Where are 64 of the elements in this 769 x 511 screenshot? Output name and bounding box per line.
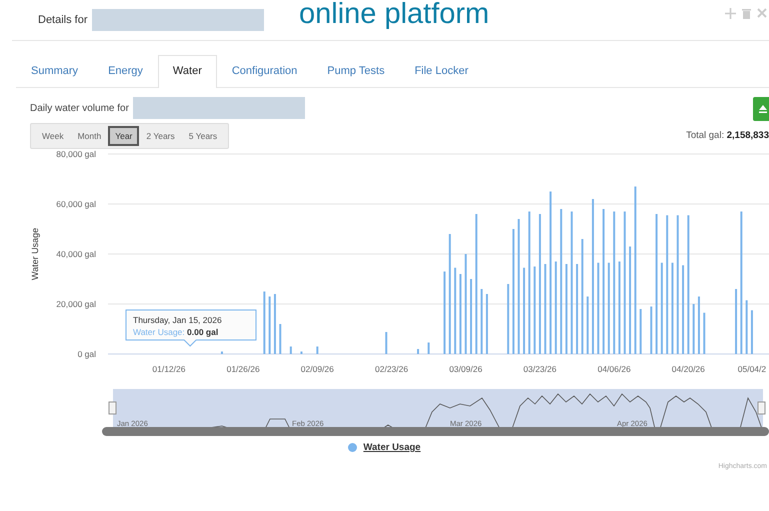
- trash-icon[interactable]: [742, 8, 751, 19]
- bar: [279, 324, 282, 354]
- overlay-caption: online platform: [299, 0, 490, 31]
- close-icon[interactable]: [757, 8, 767, 18]
- bar: [698, 296, 700, 354]
- tab[interactable]: Energy: [93, 55, 158, 87]
- bar: [692, 304, 695, 354]
- bar: [385, 332, 388, 354]
- plus-icon[interactable]: [725, 8, 736, 19]
- bar: [507, 284, 510, 354]
- x-axis-label: 03/23/26: [523, 364, 556, 374]
- y-axis-label: 80,000 gal: [56, 149, 96, 159]
- bar: [650, 306, 652, 354]
- bar: [274, 294, 276, 354]
- scrollbar[interactable]: [102, 427, 769, 436]
- x-axis-label: 01/12/26: [152, 364, 186, 374]
- range-button[interactable]: Month: [70, 126, 108, 146]
- bar: [300, 352, 302, 354]
- chart-subtitle: Daily water volume for: [30, 102, 129, 114]
- bar: [750, 310, 753, 354]
- range-button[interactable]: Year: [108, 126, 140, 146]
- tab[interactable]: Configuration: [216, 55, 312, 87]
- x-axis-label: 02/09/26: [300, 364, 334, 374]
- y-axis-label: 0 gal: [78, 349, 96, 359]
- bar: [290, 346, 292, 354]
- bar: [746, 300, 748, 354]
- tab[interactable]: Summary: [16, 55, 94, 87]
- bar: [486, 294, 488, 354]
- y-axis-label: 20,000 gal: [56, 299, 96, 309]
- x-axis-label: 05/04/2: [738, 364, 766, 374]
- x-axis-label: 04/20/26: [672, 364, 705, 374]
- navigator-handle[interactable]: [108, 402, 116, 414]
- arrow-up-icon: [759, 105, 767, 113]
- x-axis-label: 02/23/26: [375, 364, 408, 374]
- tab[interactable]: Pump Tests: [312, 55, 400, 87]
- bar: [268, 296, 271, 354]
- bar: [586, 296, 589, 354]
- bar: [428, 342, 430, 354]
- range-button[interactable]: 5 Years: [182, 126, 224, 146]
- tooltip-value: Water Usage: 0.00 gal: [133, 327, 218, 337]
- y-axis-title: Water Usage: [30, 228, 40, 280]
- bar: [220, 352, 223, 354]
- y-axis-label: 60,000 gal: [56, 199, 96, 209]
- tab[interactable]: File Locker: [400, 55, 484, 87]
- bar: [417, 349, 420, 354]
- tooltip-date: Thursday, Jan 15, 2026: [133, 315, 222, 325]
- tab[interactable]: Water: [158, 55, 217, 88]
- bar: [263, 292, 266, 354]
- legend-item[interactable]: Water Usage: [363, 442, 421, 453]
- bar: [640, 309, 642, 354]
- bar: [480, 289, 483, 354]
- navigator-handle[interactable]: [758, 402, 766, 414]
- x-axis-label: 01/26/26: [226, 364, 260, 374]
- x-axis-label: 03/09/26: [449, 364, 482, 374]
- range-button[interactable]: 2 Years: [139, 126, 182, 146]
- bar: [316, 346, 318, 354]
- y-axis-label: 40,000 gal: [56, 249, 96, 259]
- panel-title: Details for: [38, 14, 88, 26]
- range-button[interactable]: Week: [35, 126, 71, 146]
- total-gallons: Total gal: 2,158,833: [686, 130, 769, 141]
- download-button[interactable]: [753, 97, 769, 121]
- bar: [735, 289, 738, 354]
- bar: [703, 312, 706, 354]
- x-axis-label: 04/06/26: [598, 364, 631, 374]
